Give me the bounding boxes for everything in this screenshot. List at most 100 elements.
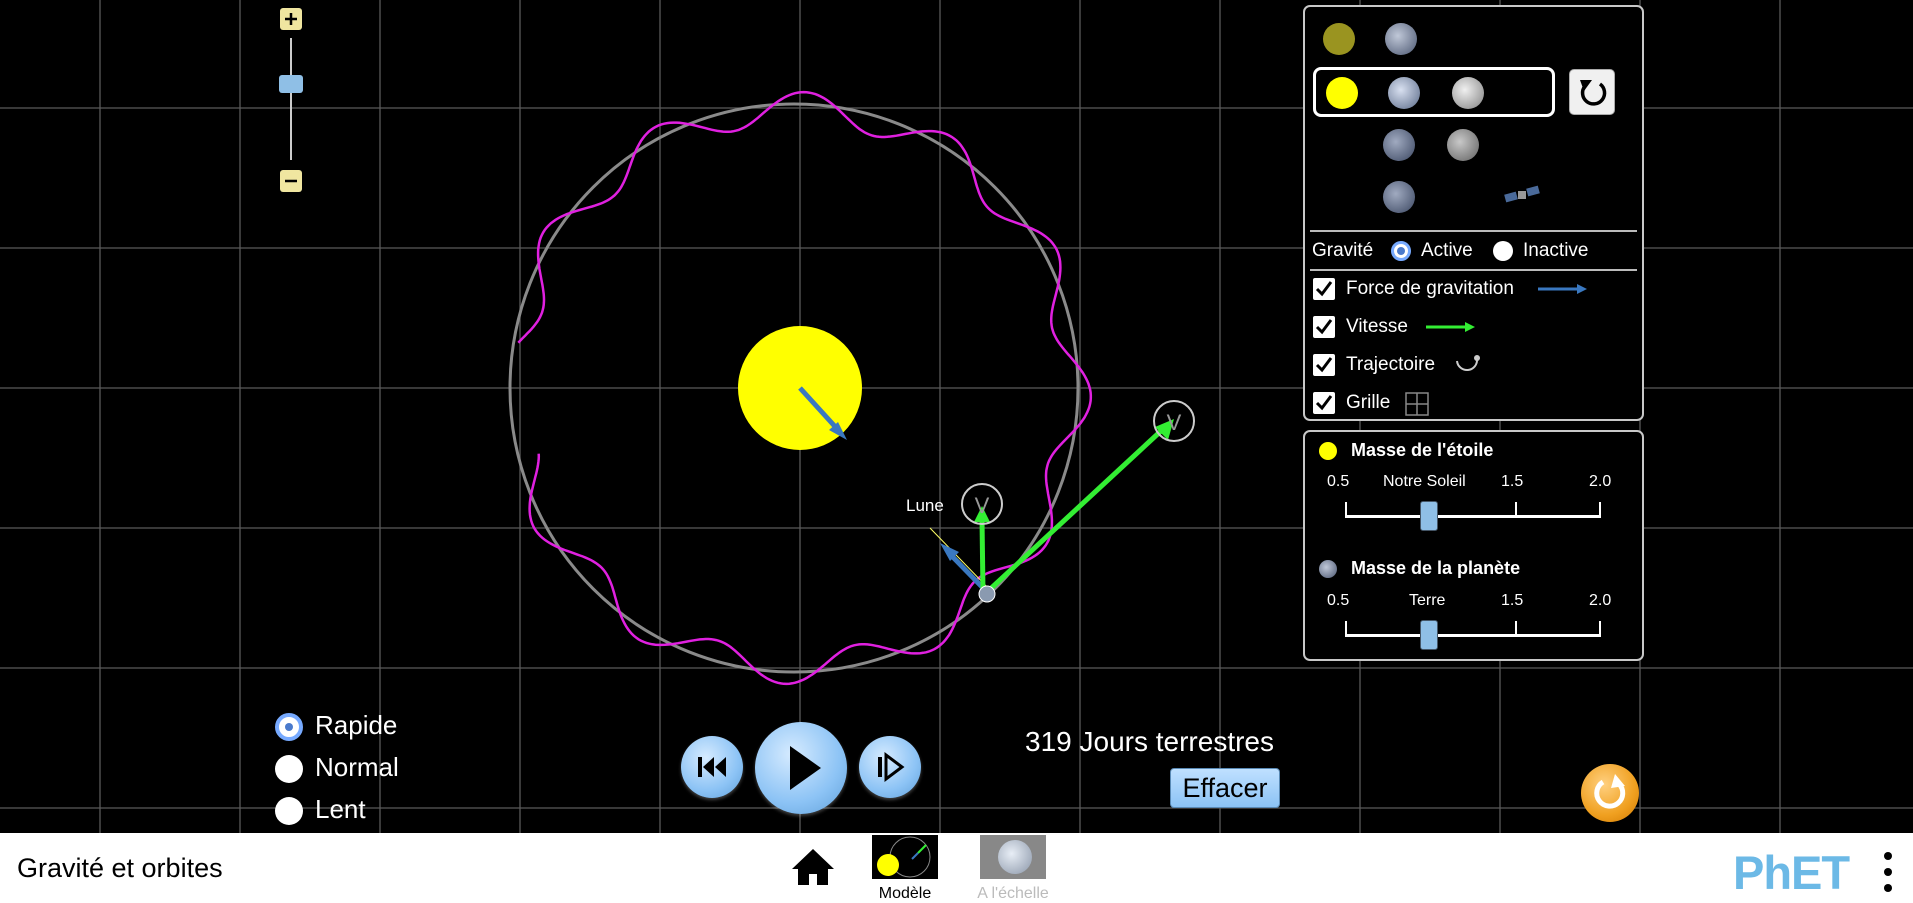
preset-planet-satellite[interactable] (1375, 177, 1545, 217)
earth-icon (1383, 129, 1415, 161)
star-mass-slider-track[interactable] (1345, 515, 1601, 518)
gravity-force-checkbox[interactable] (1312, 277, 1336, 301)
zoom-in-button[interactable] (280, 8, 302, 30)
reset-bodies-button[interactable] (1569, 69, 1615, 115)
check-icon (1315, 357, 1333, 373)
slider-tick (1599, 621, 1601, 635)
speed-fast-label[interactable]: Rapide (315, 710, 397, 741)
to-scale-tab-label: A l'échelle (977, 885, 1049, 902)
check-icon (1315, 395, 1333, 411)
gravity-active-label[interactable]: Active (1421, 240, 1473, 262)
gravity-active-radio[interactable] (1391, 241, 1411, 261)
star-mass-tick-15: 1.5 (1501, 473, 1524, 490)
gravity-force-label[interactable]: Force de gravitation (1346, 278, 1514, 300)
path-label[interactable]: Trajectoire (1346, 354, 1435, 376)
divider (1310, 230, 1637, 232)
dim-sun-icon (1323, 23, 1355, 55)
sun-icon (1326, 77, 1358, 109)
slider-tick (1345, 621, 1347, 635)
preset-planet-moon[interactable] (1375, 125, 1505, 165)
play-icon (790, 746, 821, 790)
speed-slow-label[interactable]: Lent (315, 794, 366, 825)
planet-mass-slider-thumb[interactable] (1420, 620, 1438, 650)
zoom-slider-thumb[interactable] (279, 75, 303, 93)
phet-menu-button[interactable] (1880, 851, 1896, 893)
moon-icon (1452, 77, 1484, 109)
reset-all-icon (1594, 774, 1626, 809)
minus-icon (285, 179, 297, 183)
slider-tick (1345, 502, 1347, 516)
phet-logo[interactable]: PhET (1733, 845, 1850, 900)
earth-icon (1319, 560, 1337, 578)
gravity-inactive-label[interactable]: Inactive (1523, 240, 1588, 262)
divider (1310, 269, 1637, 271)
speed-normal-radio[interactable] (275, 755, 303, 783)
earth-icon (1388, 77, 1420, 109)
slider-tick (1515, 621, 1517, 635)
preset-star-planet-moon[interactable] (1313, 67, 1555, 117)
reset-all-button[interactable] (1581, 764, 1639, 822)
kebab-menu-icon (1884, 852, 1892, 892)
planet-mass-tick-high: 2.0 (1589, 592, 1612, 609)
step-back-button[interactable] (681, 736, 743, 798)
preset-star-planet[interactable] (1315, 17, 1417, 57)
grid-checkbox[interactable] (1312, 391, 1336, 415)
check-icon (1315, 281, 1333, 297)
plus-icon (285, 13, 297, 25)
model-screen-icon (872, 835, 938, 879)
velocity-arrow-icon (1426, 322, 1475, 332)
star-mass-tick-low: 0.5 (1327, 473, 1350, 490)
home-button[interactable] (790, 847, 836, 887)
check-icon (1315, 319, 1333, 335)
sim-play-area[interactable]: V V Lune Gravité Active Inactive Force d… (0, 0, 1913, 833)
slider-tick (1599, 502, 1601, 516)
slider-tick (1515, 502, 1517, 516)
speed-normal-label[interactable]: Normal (315, 752, 399, 783)
home-icon (792, 849, 834, 885)
moon-velocity-arrow (979, 519, 986, 593)
planet-mass-tick-mid: Terre (1409, 592, 1446, 609)
speed-fast-radio[interactable] (275, 713, 303, 741)
app-title: Gravité et orbites (17, 853, 223, 883)
planet-mass-title: Masse de la planète (1351, 558, 1521, 578)
star-mass-slider-thumb[interactable] (1420, 501, 1438, 531)
path-checkbox[interactable] (1312, 353, 1336, 377)
play-pause-button[interactable] (755, 722, 847, 814)
planet-body (978, 585, 996, 603)
step-forward-icon (878, 752, 905, 782)
moon-velocity-handle-label: V (975, 493, 990, 518)
gravity-inactive-radio[interactable] (1493, 241, 1513, 261)
planet-mass-slider-track[interactable] (1345, 634, 1601, 637)
zoom-slider-track[interactable] (290, 38, 292, 160)
clear-button[interactable]: Effacer (1170, 768, 1280, 808)
moon-icon (1447, 129, 1479, 161)
path-icon (1456, 355, 1480, 371)
force-arrow-icon (1538, 284, 1587, 294)
moon-label: Lune (906, 496, 944, 515)
screen-tab-to-scale[interactable]: A l'échelle (970, 835, 1056, 902)
planet-velocity-arrow (985, 428, 1164, 594)
planet-mass-tick-15: 1.5 (1501, 592, 1524, 609)
earth-icon (998, 840, 1032, 874)
options-panel: Gravité Active Inactive Force de gravita… (1303, 5, 1644, 421)
screen-tab-model[interactable]: Modèle (872, 835, 938, 902)
velocity-checkbox[interactable] (1312, 315, 1336, 339)
gravity-label: Gravité (1312, 240, 1374, 261)
elapsed-time-readout: 319 Jours terrestres (1025, 726, 1274, 757)
speed-slow-radio[interactable] (275, 797, 303, 825)
grid-label[interactable]: Grille (1346, 392, 1390, 414)
step-back-icon (698, 757, 726, 777)
velocity-label[interactable]: Vitesse (1346, 316, 1408, 338)
earth-icon (1385, 23, 1417, 55)
grid-icon (1405, 392, 1429, 416)
star-mass-tick-mid: Notre Soleil (1383, 473, 1466, 490)
step-forward-button[interactable] (859, 736, 921, 798)
reset-icon (1580, 80, 1607, 106)
star-mass-tick-high: 2.0 (1589, 473, 1612, 490)
zoom-out-button[interactable] (280, 170, 302, 192)
sun-icon (1319, 442, 1337, 460)
navigation-bar: Gravité et orbites Modèle A l'échelle Ph… (0, 833, 1913, 903)
planet-mass-tick-low: 0.5 (1327, 592, 1350, 609)
earth-icon (1383, 181, 1415, 213)
model-tab-label: Modèle (878, 885, 932, 902)
